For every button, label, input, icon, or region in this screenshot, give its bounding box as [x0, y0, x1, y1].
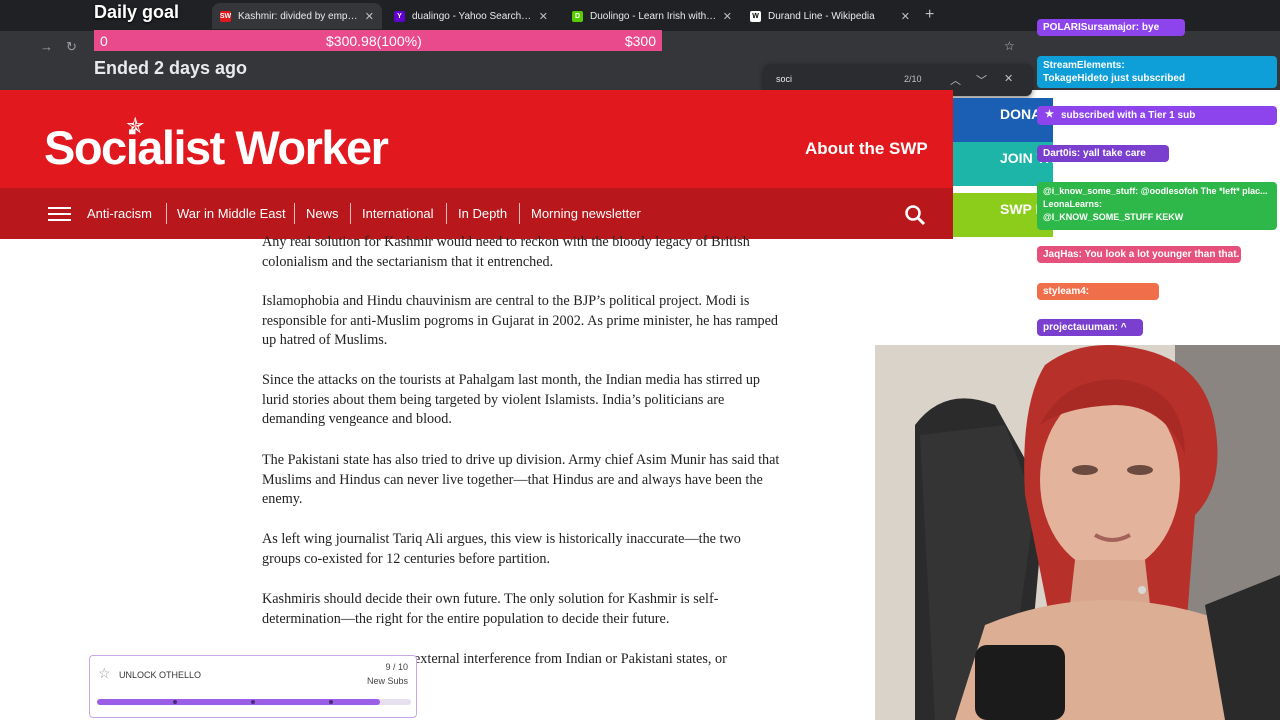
chat-username: styleam4: — [1043, 286, 1090, 297]
close-icon[interactable]: ✕ — [539, 10, 548, 23]
progress-marker — [173, 700, 177, 704]
forward-icon[interactable]: → — [40, 39, 53, 54]
goal-start-value: 0 — [100, 33, 108, 49]
article-paragraph: Kashmiris should decide their own future… — [262, 591, 719, 627]
menu-icon[interactable] — [48, 207, 71, 221]
chat-text: TokageHideto just subscribed — [1043, 73, 1186, 84]
sub-goal-count: 9 / 10 — [385, 662, 408, 672]
chat-text: @i_know_some_stuff: @oodlesofoh The *lef… — [1043, 186, 1268, 196]
chat-username: projectauuman: — [1043, 322, 1119, 333]
article-paragraph: Since the attacks on the tourists at Pah… — [262, 372, 761, 428]
chat-username: JaqHas: — [1043, 249, 1082, 260]
sub-goal-progress-track — [97, 699, 411, 705]
tab-title: Duolingo - Learn Irish with less — [590, 10, 717, 22]
progress-marker — [251, 700, 255, 704]
daily-goal-progress-bar: 0 $300.98(100%) $300 — [94, 30, 662, 51]
close-icon[interactable]: ✕ — [365, 10, 374, 23]
chat-text: yall take care — [1083, 148, 1146, 159]
nav-divider — [294, 203, 295, 224]
site-logo[interactable]: Socialist Worker — [44, 120, 389, 175]
nav-divider — [350, 203, 351, 224]
chat-username: StreamElements: — [1043, 60, 1125, 71]
nav-divider — [519, 203, 520, 224]
bookmark-star-icon[interactable]: ☆ — [1004, 39, 1015, 53]
star-icon: ✯ — [126, 113, 145, 138]
tab-title: Kashmir: divided by empire - So — [238, 10, 359, 22]
close-icon[interactable]: ✕ — [901, 10, 910, 23]
nav-item-international[interactable]: International — [362, 206, 434, 221]
tab-title: Durand Line - Wikipedia — [768, 10, 875, 22]
chat-username: POLARISursamajor: — [1043, 22, 1140, 33]
nav-item-anti-racism[interactable]: Anti-racism — [87, 206, 152, 221]
chat-message: JaqHas: You look a lot younger than that… — [1037, 246, 1241, 263]
tab-kashmir[interactable]: SW Kashmir: divided by empire - So ✕ — [212, 3, 382, 29]
nav-divider — [446, 203, 447, 224]
tab-favicon: W — [750, 10, 761, 22]
chat-message: projectauuman: ^ — [1037, 319, 1143, 336]
about-swp-link[interactable]: About the SWP — [805, 139, 928, 159]
webcam-image — [875, 345, 1280, 720]
chat-message: POLARISursamajor: bye — [1037, 19, 1185, 36]
chat-message: StreamElements: TokageHideto just subscri… — [1037, 56, 1277, 88]
chat-text: subscribed with a Tier 1 sub — [1061, 110, 1196, 121]
goal-progress-text: $300.98(100%) — [326, 33, 422, 49]
sub-goal-progress-fill — [97, 699, 380, 705]
article-paragraph: As left wing journalist Tariq Ali argues… — [262, 531, 741, 567]
nav-item-war-middle-east[interactable]: War in Middle East — [177, 206, 286, 221]
chat-text: bye — [1141, 22, 1160, 33]
new-tab-button[interactable]: + — [925, 6, 934, 24]
tab-favicon: D — [572, 10, 583, 22]
article-paragraph: Islamophobia and Hindu chauvinism are ce… — [262, 293, 779, 349]
chat-text: @I_KNOW_SOME_STUFF KEKW — [1043, 212, 1184, 222]
chat-message: @i_know_some_stuff: @oodlesofoh The *lef… — [1037, 182, 1277, 230]
goal-target-value: $300 — [624, 33, 656, 49]
nav-item-in-depth[interactable]: In Depth — [458, 206, 507, 221]
chat-message: Dart0is: yall take care — [1037, 145, 1169, 162]
nav-item-news[interactable]: News — [306, 206, 339, 221]
find-input[interactable]: soci — [776, 74, 792, 84]
reload-icon[interactable]: ↻ — [66, 39, 77, 55]
nav-divider — [166, 203, 167, 224]
chat-text: ^ — [1120, 322, 1127, 333]
find-close-icon[interactable]: ✕ — [1004, 72, 1013, 85]
find-next-icon[interactable]: ﹀ — [976, 72, 987, 88]
chat-message: styleam4: — [1037, 283, 1159, 300]
tab-favicon: SW — [219, 10, 232, 22]
star-icon: ☆ — [98, 665, 111, 681]
daily-goal-title: Daily goal — [94, 2, 180, 22]
chat-text: You look a lot younger than that. — [1084, 249, 1240, 260]
tab-favicon: Y — [394, 10, 405, 22]
tab-yahoo-search[interactable]: Y dualingo - Yahoo Search Results ✕ — [386, 3, 556, 29]
article-paragraph: The Pakistani state has also tried to dr… — [262, 452, 780, 508]
goal-status: Ended 2 days ago — [94, 58, 248, 78]
close-icon[interactable]: ✕ — [723, 10, 732, 23]
chat-message: ★ subscribed with a Tier 1 sub — [1037, 106, 1277, 125]
webcam-feed — [875, 345, 1280, 720]
chat-username: Dart0is: — [1043, 148, 1081, 159]
tab-duolingo[interactable]: D Duolingo - Learn Irish with less ✕ — [564, 3, 740, 29]
search-icon[interactable] — [904, 204, 926, 226]
find-match-count: 2/10 — [904, 74, 922, 84]
nav-item-morning-newsletter[interactable]: Morning newsletter — [531, 206, 641, 221]
article-paragraph: external interference from Indian or Pak… — [414, 651, 727, 667]
tab-wikipedia[interactable]: W Durand Line - Wikipedia ✕ — [742, 3, 918, 29]
star-icon: ★ — [1045, 109, 1054, 120]
progress-marker — [329, 700, 333, 704]
find-previous-icon[interactable]: ︿ — [950, 72, 961, 88]
sub-goal-kind: New Subs — [366, 676, 408, 686]
article-paragraph: Any real solution for Kashmir would need… — [262, 234, 750, 270]
sub-goal-label: UNLOCK OTHELLO — [119, 670, 202, 680]
chat-username: LeonaLearns: — [1043, 199, 1103, 209]
sub-goal-widget: ☆ UNLOCK OTHELLO 9 / 10 New Subs — [89, 655, 417, 718]
tab-title: dualingo - Yahoo Search Results — [412, 10, 533, 22]
